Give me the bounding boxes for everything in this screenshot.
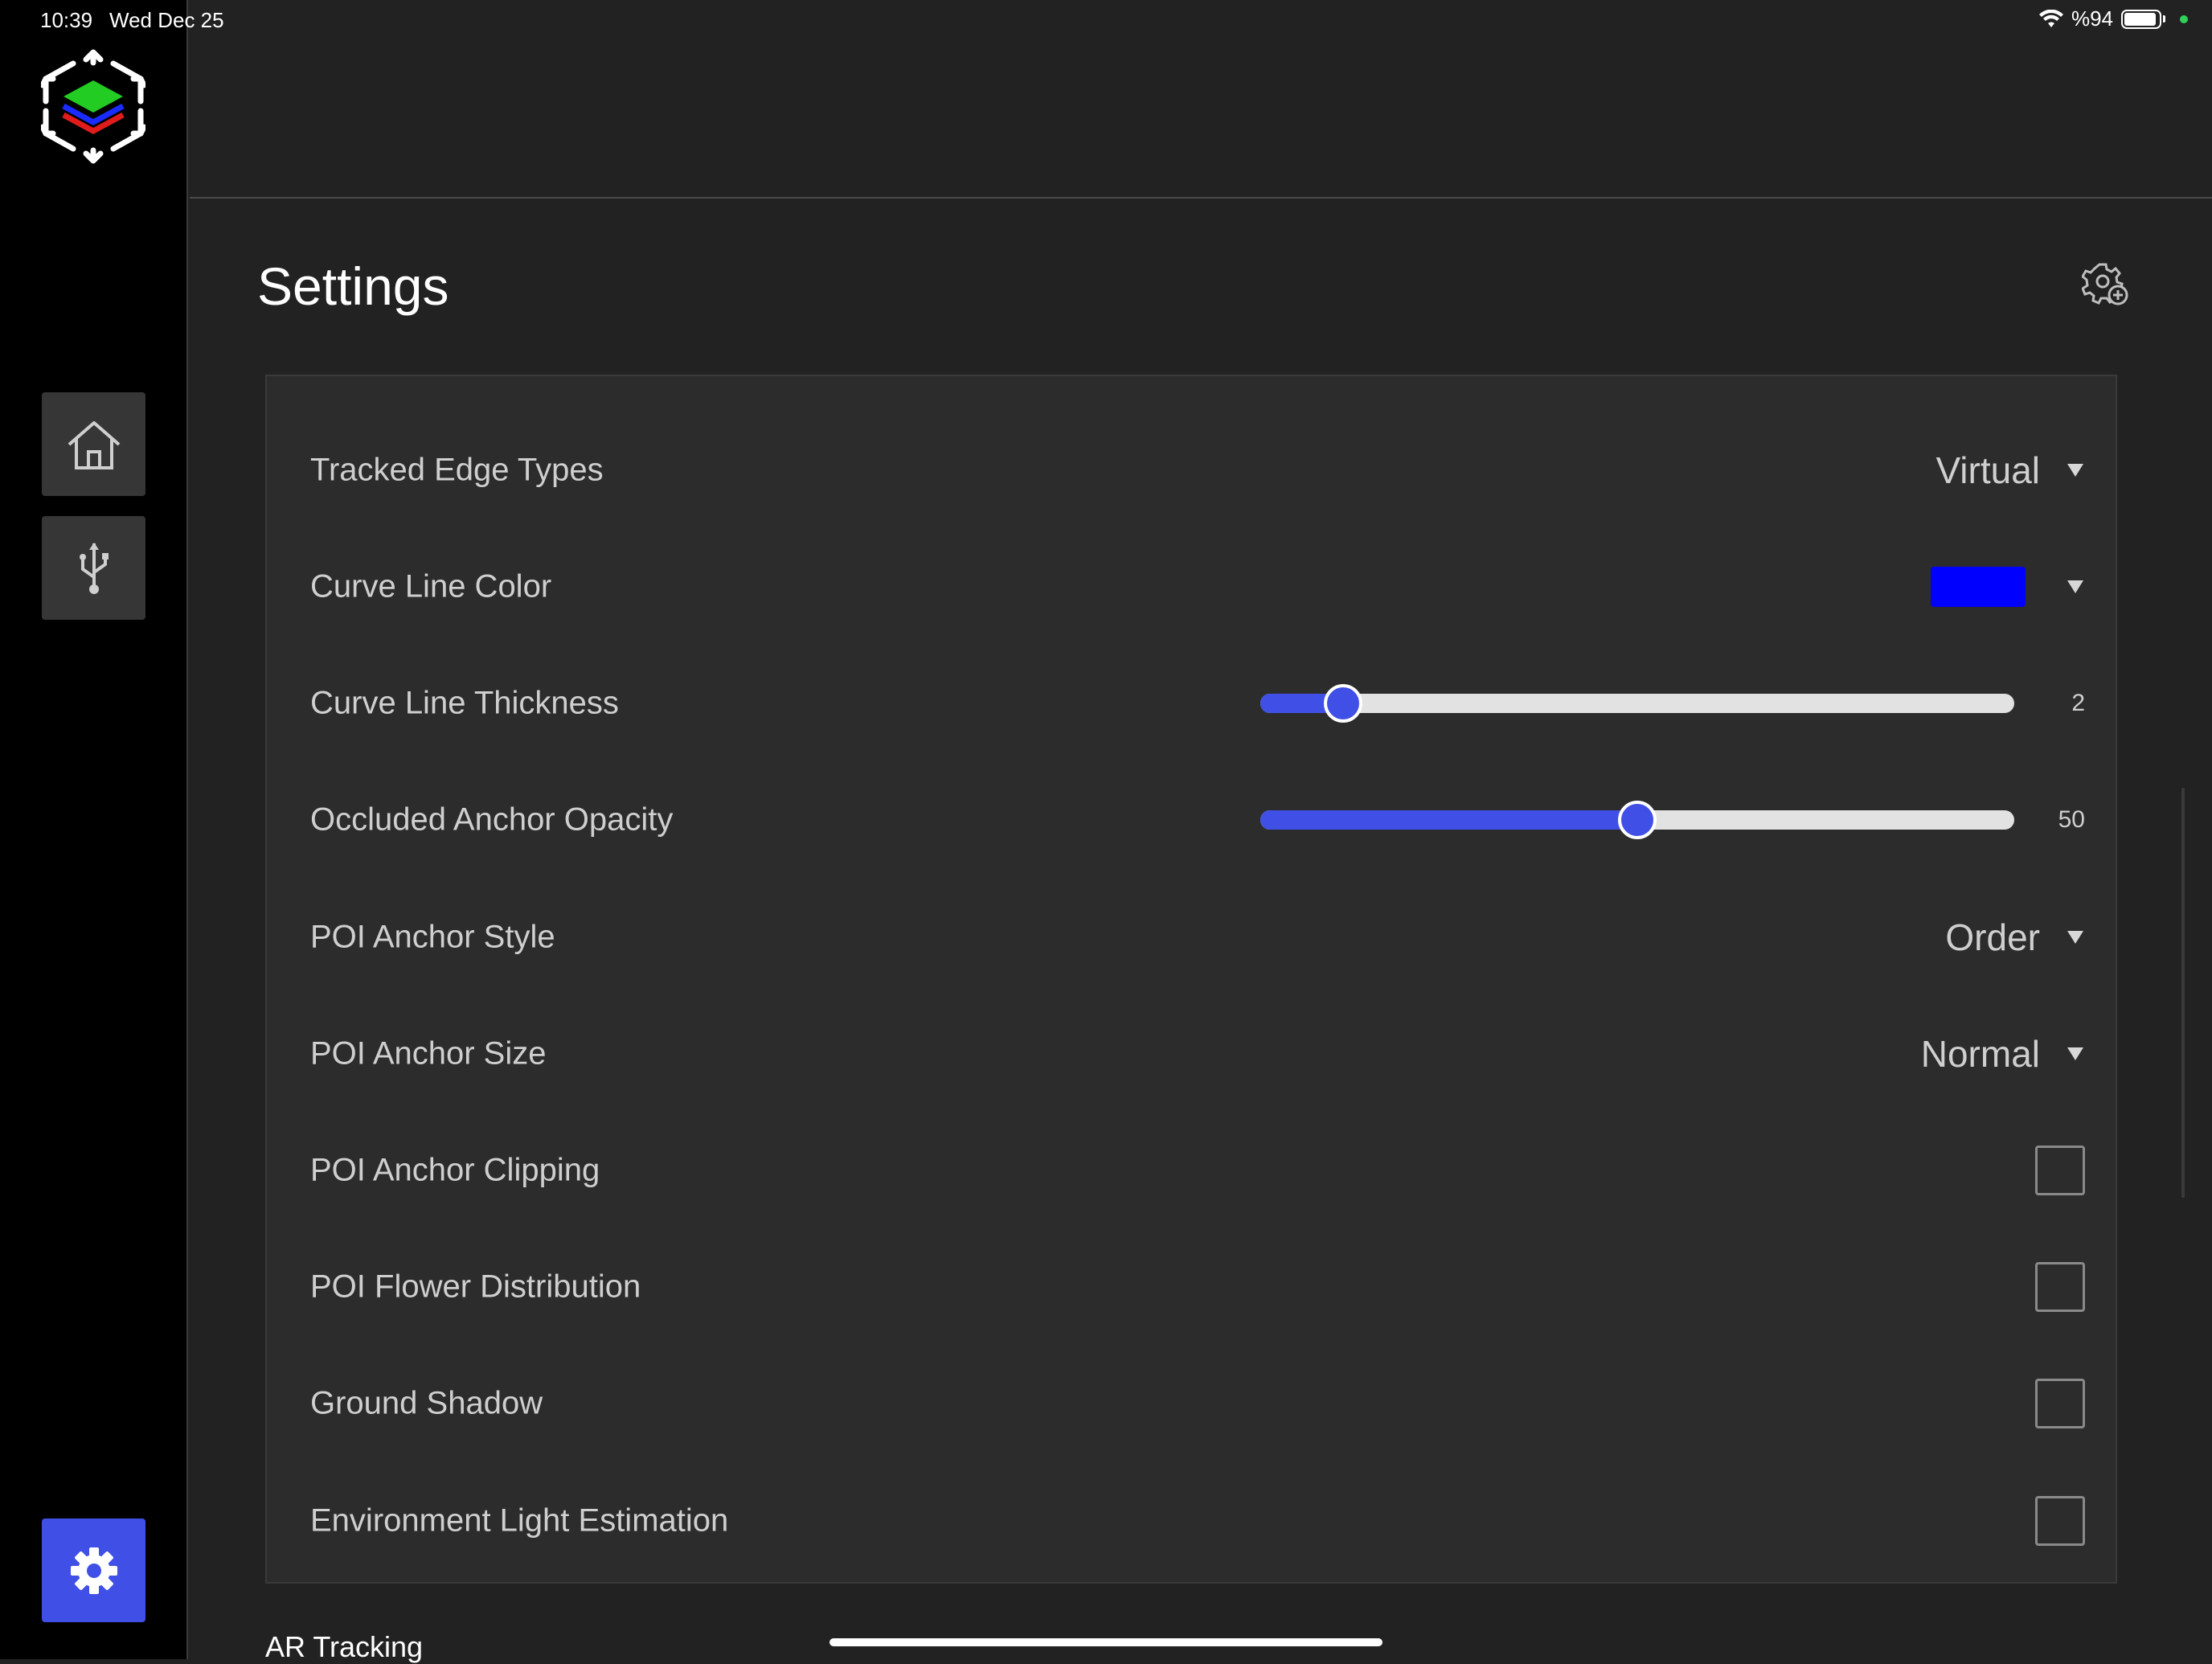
settings-add-icon[interactable] — [2082, 259, 2130, 307]
battery-level — [2124, 12, 2157, 26]
poi-anchor-clipping-checkbox[interactable] — [2035, 1146, 2085, 1195]
app-logo[interactable] — [41, 48, 145, 165]
setting-curve-line-thickness: Curve Line Thickness 2 — [267, 655, 2116, 752]
setting-label: POI Flower Distribution — [310, 1268, 641, 1305]
poi-flower-distribution-checkbox[interactable] — [2035, 1262, 2085, 1312]
setting-label: Environment Light Estimation — [310, 1502, 729, 1539]
color-swatch — [1931, 567, 2026, 607]
slider-thumb[interactable] — [1618, 801, 1657, 839]
sidebar-item-usb[interactable] — [42, 516, 145, 620]
sidebar — [0, 0, 188, 1659]
setting-tracked-edge-types: Tracked Edge Types Virtual — [267, 422, 2116, 518]
curve-line-thickness-slider[interactable] — [1260, 684, 2014, 723]
status-time: 10:39 — [40, 8, 93, 32]
setting-environment-light-estimation: Environment Light Estimation — [267, 1473, 2116, 1569]
slider-value: 2 — [2071, 690, 2085, 716]
setting-poi-anchor-size: POI Anchor Size Normal — [267, 1006, 2116, 1102]
sidebar-item-settings[interactable] — [42, 1519, 145, 1622]
setting-label: POI Anchor Clipping — [310, 1152, 600, 1188]
wifi-icon — [2038, 9, 2063, 27]
slider-fill — [1260, 810, 1637, 830]
ground-shadow-checkbox[interactable] — [2035, 1379, 2085, 1428]
curve-line-color-dropdown[interactable] — [1931, 567, 2083, 607]
slider-value: 50 — [2058, 806, 2085, 833]
activity-indicator-dot — [2180, 14, 2188, 23]
page-title: Settings — [257, 256, 449, 316]
dropdown-value: Order — [1945, 916, 2040, 958]
sidebar-item-home[interactable] — [42, 392, 145, 496]
usb-icon — [79, 542, 109, 594]
setting-label: POI Anchor Size — [310, 1035, 547, 1072]
chevron-down-icon — [2067, 464, 2083, 477]
setting-poi-flower-distribution: POI Flower Distribution — [267, 1239, 2116, 1335]
chevron-down-icon — [2067, 1047, 2083, 1060]
setting-label: Curve Line Color — [310, 568, 552, 605]
setting-label: POI Anchor Style — [310, 919, 555, 955]
battery-text: %94 — [2071, 6, 2113, 31]
chevron-down-icon — [2067, 580, 2083, 593]
setting-label: Curve Line Thickness — [310, 685, 619, 721]
status-date: Wed Dec 25 — [109, 8, 224, 32]
occluded-anchor-opacity-slider[interactable] — [1260, 801, 2014, 839]
battery-cap — [2163, 15, 2165, 23]
poi-anchor-style-dropdown[interactable]: Order — [1945, 916, 2083, 959]
battery-icon — [2121, 9, 2161, 29]
setting-ground-shadow: Ground Shadow — [267, 1355, 2116, 1452]
environment-light-estimation-checkbox[interactable] — [2035, 1496, 2085, 1546]
setting-label: Occluded Anchor Opacity — [310, 801, 674, 838]
dropdown-value: Virtual — [1936, 449, 2040, 491]
status-bar: 10:39 Wed Dec 25 %94 — [0, 0, 2212, 40]
settings-panel: Tracked Edge Types Virtual Curve Line Co… — [265, 375, 2117, 1584]
dropdown-value: Normal — [1920, 1033, 2040, 1075]
setting-curve-line-color: Curve Line Color — [267, 539, 2116, 635]
chevron-down-icon — [2067, 931, 2083, 944]
gear-icon — [70, 1547, 117, 1594]
setting-label: Ground Shadow — [310, 1385, 543, 1421]
setting-occluded-anchor-opacity: Occluded Anchor Opacity 50 — [267, 772, 2116, 868]
home-icon — [68, 420, 120, 469]
scrollbar[interactable] — [2181, 788, 2185, 1198]
poi-anchor-size-dropdown[interactable]: Normal — [1921, 1032, 2083, 1076]
setting-label: Tracked Edge Types — [310, 452, 604, 488]
setting-poi-anchor-clipping: POI Anchor Clipping — [267, 1122, 2116, 1219]
setting-poi-anchor-style: POI Anchor Style Order — [267, 889, 2116, 986]
slider-thumb[interactable] — [1324, 684, 1363, 723]
tracked-edge-types-dropdown[interactable]: Virtual — [1936, 449, 2083, 492]
status-right: %94 — [2038, 6, 2188, 31]
home-indicator[interactable] — [830, 1638, 1382, 1646]
